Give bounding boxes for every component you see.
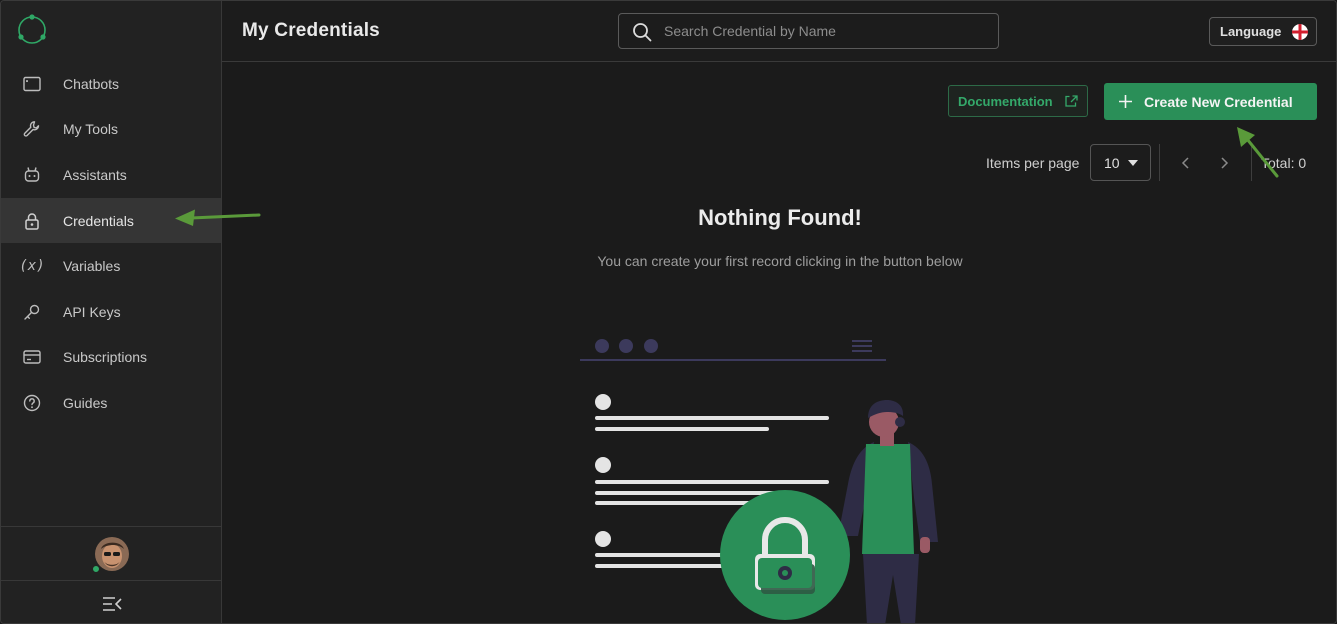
- sidebar-item-api-keys[interactable]: API Keys: [1, 289, 221, 335]
- variable-glyph: (x): [19, 258, 45, 275]
- sidebar-item-label: Assistants: [63, 166, 127, 183]
- app-window: Chatbots My Tools Assistants Credentials: [0, 0, 1337, 624]
- variable-icon: (x): [19, 255, 45, 277]
- create-new-credential-button[interactable]: Create New Credential: [1104, 83, 1317, 120]
- sidebar-item-label: Subscriptions: [63, 349, 148, 366]
- question-circle-icon: [21, 392, 43, 414]
- total-count: Total: 0: [1261, 155, 1307, 171]
- collapse-sidebar-icon[interactable]: [102, 595, 122, 613]
- sidebar: Chatbots My Tools Assistants Credentials: [1, 1, 222, 623]
- lock-icon: [21, 210, 43, 232]
- sidebar-item-label: Credentials: [63, 212, 134, 229]
- empty-state-illustration: [580, 339, 938, 623]
- empty-state-subtitle: You can create your first record clickin…: [597, 253, 963, 269]
- chevron-right-icon[interactable]: [1218, 156, 1230, 170]
- online-status-dot: [92, 565, 100, 573]
- sidebar-item-subscriptions[interactable]: Subscriptions: [1, 335, 221, 381]
- language-button[interactable]: Language: [1209, 17, 1317, 46]
- pagination-divider: [1159, 144, 1160, 181]
- sidebar-item-label: My Tools: [63, 121, 118, 138]
- sidebar-item-label: API Keys: [63, 303, 121, 320]
- sidebar-footer: [1, 526, 221, 623]
- sidebar-item-assistants[interactable]: Assistants: [1, 152, 221, 198]
- wrench-icon: [21, 118, 43, 140]
- documentation-label: Documentation: [958, 94, 1053, 109]
- pagination-divider: [1251, 144, 1252, 181]
- pagination-bar: Items per page 10 Total: 0: [222, 144, 1336, 182]
- search-icon: [633, 23, 652, 42]
- items-per-page-label: Items per page: [986, 155, 1080, 171]
- plus-icon: [1119, 95, 1132, 108]
- items-per-page-value: 10: [1104, 155, 1120, 171]
- sidebar-item-guides[interactable]: Guides: [1, 380, 221, 426]
- external-link-icon: [1065, 95, 1078, 107]
- sidebar-item-variables[interactable]: (x) Variables: [1, 243, 221, 289]
- documentation-button[interactable]: Documentation: [948, 85, 1088, 117]
- chevron-left-icon[interactable]: [1180, 156, 1192, 170]
- main-content: Documentation Create New Credential Item…: [222, 62, 1336, 623]
- key-icon: [21, 301, 43, 323]
- empty-state-title: Nothing Found!: [698, 205, 862, 230]
- search-input[interactable]: [664, 14, 984, 48]
- sidebar-nav: Chatbots My Tools Assistants Credentials: [1, 61, 221, 426]
- chat-window-icon: [21, 73, 43, 95]
- page-title: My Credentials: [242, 20, 380, 41]
- sidebar-item-label: Variables: [63, 258, 121, 275]
- sidebar-item-my-tools[interactable]: My Tools: [1, 107, 221, 153]
- sidebar-item-credentials[interactable]: Credentials: [1, 197, 221, 244]
- items-per-page-select[interactable]: 10: [1090, 144, 1151, 181]
- england-flag-icon: [1292, 24, 1308, 40]
- app-logo-icon[interactable]: [15, 13, 49, 47]
- create-new-credential-label: Create New Credential: [1144, 94, 1293, 110]
- sidebar-item-label: Chatbots: [63, 75, 120, 92]
- sidebar-item-chatbots[interactable]: Chatbots: [1, 61, 221, 107]
- robot-icon: [21, 164, 43, 186]
- caret-down-icon: [1128, 160, 1138, 166]
- sidebar-item-label: Guides: [63, 394, 108, 411]
- sidebar-collapse-row: [1, 580, 221, 623]
- search-box[interactable]: [618, 13, 999, 49]
- credit-card-icon: [21, 346, 43, 368]
- top-header: My Credentials Language: [222, 1, 1336, 62]
- language-label: Language: [1220, 24, 1282, 39]
- avatar[interactable]: [95, 537, 129, 571]
